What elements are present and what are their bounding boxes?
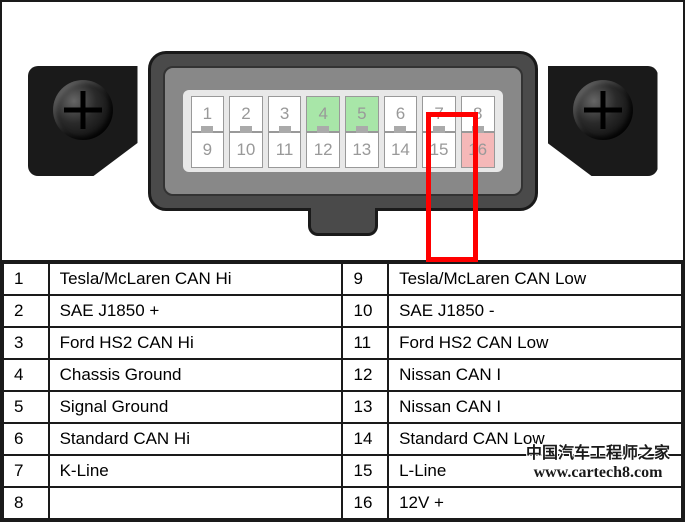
screw-icon <box>53 80 113 140</box>
pin-number: 10 <box>342 295 388 327</box>
pin-description: SAE J1850 - <box>388 295 682 327</box>
pin-description: Nissan CAN I <box>388 359 682 391</box>
pin-description: K-Line <box>49 455 343 487</box>
table-row: 4Chassis Ground12Nissan CAN I <box>3 359 682 391</box>
left-bracket <box>28 66 138 176</box>
pin-number: 9 <box>342 263 388 295</box>
pin-number: 12 <box>342 359 388 391</box>
table-row: 8 1612V + <box>3 487 682 519</box>
pin-number: 16 <box>342 487 388 519</box>
watermark-text-1: 中国汽车工程师之家 <box>526 445 670 462</box>
pin-number: 5 <box>3 391 49 423</box>
pin-number: 11 <box>342 327 388 359</box>
table-row: 1Tesla/McLaren CAN Hi9Tesla/McLaren CAN … <box>3 263 682 295</box>
connector-body: 12345678 910111213141516 <box>148 51 538 211</box>
table-row: 3Ford HS2 CAN Hi11Ford HS2 CAN Low <box>3 327 682 359</box>
pin-highlight-6-14 <box>426 112 478 262</box>
pin-11: 11 <box>268 132 302 168</box>
pin-number: 14 <box>342 423 388 455</box>
pin-number: 15 <box>342 455 388 487</box>
pin-description: Chassis Ground <box>49 359 343 391</box>
connector-tab <box>308 208 378 236</box>
pin-area: 12345678 910111213141516 <box>183 90 503 172</box>
pin-description: Signal Ground <box>49 391 343 423</box>
pin-description: Tesla/McLaren CAN Hi <box>49 263 343 295</box>
pin-9: 9 <box>191 132 225 168</box>
pin-description: 12V + <box>388 487 682 519</box>
pin-14: 14 <box>384 132 418 168</box>
pin-description: Nissan CAN I <box>388 391 682 423</box>
pin-number: 2 <box>3 295 49 327</box>
watermark-text-2: www.cartech8.com <box>534 464 663 481</box>
pin-number: 4 <box>3 359 49 391</box>
pin-12: 12 <box>306 132 340 168</box>
table-row: 5Signal Ground13Nissan CAN I <box>3 391 682 423</box>
pin-10: 10 <box>229 132 263 168</box>
pin-number: 13 <box>342 391 388 423</box>
watermark: 中国汽车工程师之家 www.cartech8.com <box>526 444 670 482</box>
pin-number: 6 <box>3 423 49 455</box>
table-row: 2SAE J1850 +10SAE J1850 - <box>3 295 682 327</box>
pin-description <box>49 487 343 519</box>
pin-number: 8 <box>3 487 49 519</box>
pin-13: 13 <box>345 132 379 168</box>
pin-number: 1 <box>3 263 49 295</box>
pin-description: SAE J1850 + <box>49 295 343 327</box>
pin-description: Ford HS2 CAN Low <box>388 327 682 359</box>
connector-inner: 12345678 910111213141516 <box>163 66 523 196</box>
pin-description: Ford HS2 CAN Hi <box>49 327 343 359</box>
pin-number: 7 <box>3 455 49 487</box>
pin-description: Tesla/McLaren CAN Low <box>388 263 682 295</box>
pin-number: 3 <box>3 327 49 359</box>
screw-icon <box>573 80 633 140</box>
obd-connector: 12345678 910111213141516 <box>148 51 538 211</box>
pin-description: Standard CAN Hi <box>49 423 343 455</box>
right-bracket <box>548 66 658 176</box>
connector-diagram: 12345678 910111213141516 <box>2 2 683 262</box>
